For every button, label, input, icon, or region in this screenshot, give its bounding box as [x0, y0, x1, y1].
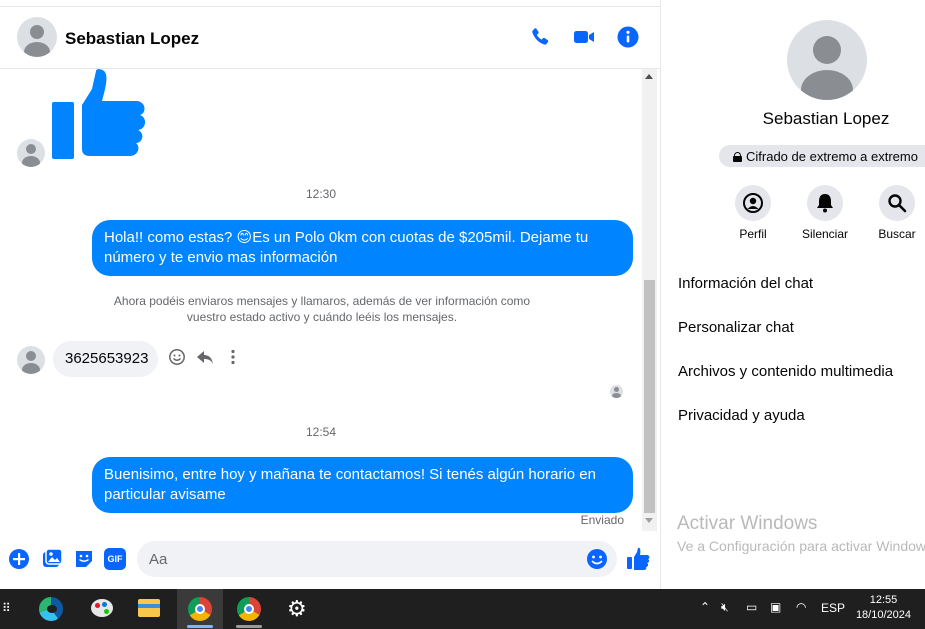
contact-name[interactable]: Sebastian Lopez: [65, 29, 199, 49]
read-receipt-avatar: [610, 385, 623, 398]
chat-info-panel: Sebastian Lopez Cifrado de extremo a ext…: [660, 0, 925, 589]
sent-status: Enviado: [580, 513, 624, 527]
info-icon[interactable]: [616, 25, 640, 49]
action-mute[interactable]: Silenciar: [795, 185, 855, 241]
incoming-message[interactable]: 3625653923: [53, 341, 158, 377]
menu-customize-chat[interactable]: Personalizar chat: [678, 319, 794, 336]
contact-avatar[interactable]: [17, 17, 57, 57]
speaker-muted-icon[interactable]: 🔇︎: [721, 600, 729, 615]
profile-avatar[interactable]: [787, 20, 867, 100]
paint-icon[interactable]: [80, 589, 126, 629]
message-input-placeholder: Aa: [149, 551, 168, 568]
activation-watermark-title: Activar Windows: [677, 513, 818, 534]
react-emoji-icon[interactable]: [168, 348, 186, 366]
bell-icon: [817, 194, 833, 213]
timestamp: 12:30: [305, 187, 337, 201]
contact-avatar-small: [17, 139, 45, 167]
chrome-icon[interactable]: [177, 589, 223, 629]
more-options-icon[interactable]: [224, 348, 242, 366]
message-list[interactable]: 12:30 Hola!! como estas? 😊Es un Polo 0km…: [0, 69, 642, 531]
menu-privacy-help[interactable]: Privacidad y ayuda: [678, 407, 805, 424]
encryption-badge[interactable]: Cifrado de extremo a extremo: [719, 145, 925, 167]
message-composer: GIF Aa: [0, 531, 660, 589]
activation-watermark-subtitle: Ve a Configuración para activar Windows.: [677, 538, 925, 554]
like-button-icon[interactable]: [626, 547, 650, 571]
chevron-up-icon[interactable]: ⌃: [700, 600, 710, 614]
timestamp: 12:54: [305, 425, 337, 439]
task-view-icon[interactable]: ⠿: [2, 601, 11, 615]
reply-icon[interactable]: [196, 348, 214, 366]
menu-chat-info[interactable]: Información del chat: [678, 275, 813, 292]
privacy-notice: Ahora podéis enviaros mensajes y llamaro…: [113, 294, 531, 324]
action-label: Buscar: [878, 227, 916, 241]
windows-taskbar: ⠿ ⚙ ⌃ 🔇︎ ▭ ▣ ◠ ESP 12:55 18/10/2024: [0, 589, 925, 629]
profile-icon: [743, 193, 763, 213]
scroll-thumb[interactable]: [644, 280, 655, 513]
outgoing-message[interactable]: Hola!! como estas? 😊Es un Polo 0km con c…: [92, 220, 633, 276]
gif-icon[interactable]: GIF: [104, 548, 126, 570]
lock-icon: [733, 152, 742, 162]
settings-gear-icon[interactable]: ⚙: [274, 589, 320, 629]
action-search[interactable]: Buscar: [867, 185, 925, 241]
sticker-icon[interactable]: [73, 548, 95, 570]
phone-icon[interactable]: [528, 25, 552, 49]
image-icon[interactable]: [41, 548, 63, 570]
message-input[interactable]: Aa: [137, 541, 617, 577]
video-camera-icon[interactable]: [572, 25, 596, 49]
contact-avatar-small: [17, 346, 45, 374]
action-label: Perfil: [739, 227, 767, 241]
scroll-down-arrow[interactable]: [645, 518, 653, 523]
edge-icon[interactable]: [28, 589, 74, 629]
encryption-label: Cifrado de extremo a extremo: [746, 149, 918, 164]
input-language[interactable]: ESP: [821, 601, 845, 615]
wifi-icon[interactable]: ◠: [796, 600, 806, 614]
clock-date: 18/10/2024: [855, 609, 911, 621]
plus-icon[interactable]: [8, 548, 30, 570]
scrollbar[interactable]: [642, 69, 657, 531]
clock-time: 12:55: [869, 594, 898, 606]
outgoing-message[interactable]: Buenisimo, entre hoy y mañana te contact…: [92, 457, 633, 513]
chat-header: Sebastian Lopez: [0, 6, 660, 69]
action-label: Silenciar: [801, 227, 849, 241]
profile-name: Sebastian Lopez: [762, 109, 890, 128]
chrome-profile-icon[interactable]: [226, 589, 272, 629]
search-icon: [888, 194, 907, 213]
file-explorer-icon[interactable]: [126, 589, 172, 629]
thumbs-up-sticker[interactable]: [52, 69, 147, 161]
scroll-up-arrow[interactable]: [645, 74, 653, 79]
system-clock[interactable]: 12:55 18/10/2024: [856, 593, 911, 623]
chat-area: Sebastian Lopez 12:30 Hola!! como estas?…: [0, 0, 660, 589]
action-profile[interactable]: Perfil: [723, 185, 783, 241]
app-window: Sebastian Lopez 12:30 Hola!! como estas?…: [0, 0, 925, 629]
network-icon[interactable]: ▣: [770, 600, 781, 614]
battery-icon[interactable]: ▭: [746, 600, 757, 614]
menu-media-files[interactable]: Archivos y contenido multimedia: [678, 363, 893, 380]
emoji-icon[interactable]: [586, 548, 608, 570]
